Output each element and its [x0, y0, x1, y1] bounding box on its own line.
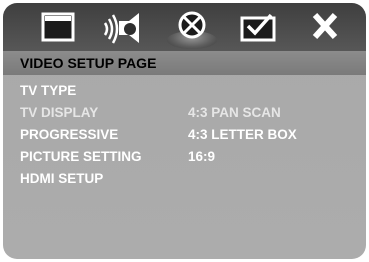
- menu-item-progressive[interactable]: PROGRESSIVE: [20, 127, 118, 143]
- option-4-3-pan-scan[interactable]: 4:3 PAN SCAN: [188, 105, 281, 121]
- exit-icon: [299, 9, 349, 47]
- menu-item-tv-display[interactable]: TV DISPLAY: [20, 105, 98, 121]
- option-4-3-letter-box[interactable]: 4:3 LETTER BOX: [188, 127, 297, 143]
- page-title-bar: VIDEO SETUP PAGE: [3, 51, 366, 75]
- tab-exit[interactable]: [299, 9, 349, 47]
- option-16-9[interactable]: 16:9: [188, 149, 215, 165]
- menu-item-hdmi-setup[interactable]: HDMI SETUP: [20, 171, 103, 187]
- tab-preference-setup[interactable]: [233, 9, 283, 47]
- tab-video-setup[interactable]: [167, 9, 217, 49]
- preference-setup-icon: [233, 9, 283, 47]
- audio-setup-icon: [99, 9, 149, 47]
- tab-audio-setup[interactable]: [99, 9, 149, 47]
- setup-tab-bar: [3, 3, 366, 51]
- tab-general-setup[interactable]: [31, 9, 81, 47]
- page-title: VIDEO SETUP PAGE: [20, 55, 157, 71]
- menu-item-picture-setting[interactable]: PICTURE SETTING: [20, 149, 142, 165]
- general-setup-icon: [31, 9, 81, 47]
- menu-item-tv-type[interactable]: TV TYPE: [20, 83, 76, 99]
- video-setup-icon: [167, 9, 217, 47]
- video-setup-screen: VIDEO SETUP PAGE TV TYPE TV DISPLAY PROG…: [3, 3, 366, 259]
